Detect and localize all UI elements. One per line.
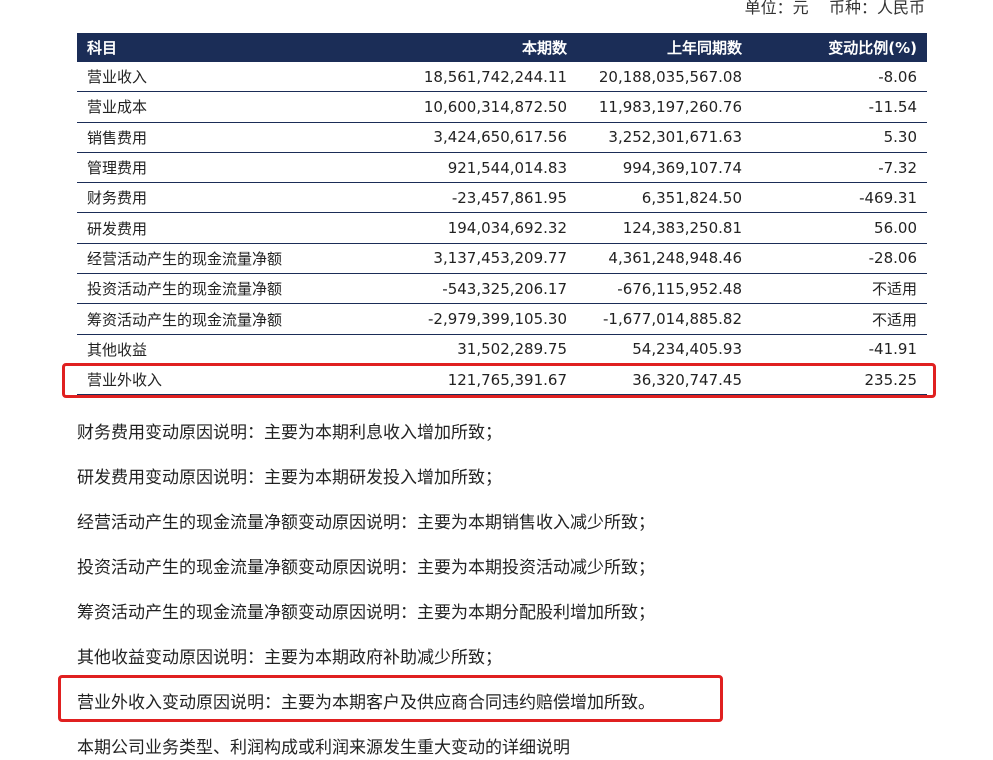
table-row: 其他收益 31,502,289.75 54,234,405.93 -41.91 xyxy=(77,334,927,365)
unit-currency-line: 单位：元 币种：人民币 xyxy=(744,0,925,17)
row-value-cell: 54,234,405.93 xyxy=(577,334,752,365)
row-label-cell: 经营活动产生的现金流量净额 xyxy=(77,243,377,275)
row-label-cell: 筹资活动产生的现金流量净额 xyxy=(77,303,377,335)
table-body: 营业收入 18,561,742,244.11 20,188,035,567.08 -8… xyxy=(77,62,927,396)
table-row: 销售费用 3,424,650,617.56 3,252,301,671.63 5.30 xyxy=(77,122,927,153)
table-row: 筹资活动产生的现金流量净额 -2,979,399,105.30 -1,677,014… xyxy=(77,303,927,335)
row-value-cell: -23,457,861.95 xyxy=(377,182,577,214)
row-value-cell: 20,188,035,567.08 xyxy=(577,62,752,93)
row-value-cell: 56.00 xyxy=(752,212,927,244)
row-value-cell: 18,561,742,244.11 xyxy=(377,62,577,93)
row-value-cell: -28.06 xyxy=(752,243,927,275)
row-value-cell: 921,544,014.83 xyxy=(377,152,577,184)
note-investing-cashflow: 投资活动产生的现金流量净额变动原因说明：主要为本期投资活动减少所致； xyxy=(77,558,655,578)
row-value-cell: 10,600,314,872.50 xyxy=(377,91,577,123)
note-business-change-heading: 本期公司业务类型、利润构成或利润来源发生重大变动的详细说明 xyxy=(77,738,570,758)
row-label-cell: 其他收益 xyxy=(77,334,377,365)
table-row: 营业成本 10,600,314,872.50 11,983,197,260.76 -1… xyxy=(77,91,927,123)
row-value-cell: 5.30 xyxy=(752,122,927,153)
row-value-cell: -469.31 xyxy=(752,182,927,214)
row-value-cell: -543,325,206.17 xyxy=(377,273,577,305)
table-row: 财务费用 -23,457,861.95 6,351,824.50 -469.31 xyxy=(77,182,927,214)
header-item: 科目 xyxy=(77,33,377,62)
row-value-cell: 124,383,250.81 xyxy=(577,212,752,244)
row-value-cell: 6,351,824.50 xyxy=(577,182,752,214)
financial-table: 科目 本期数 上年同期数 变动比例(%) 营业收入 18,561,742,244.… xyxy=(77,33,927,396)
row-label-cell: 管理费用 xyxy=(77,152,377,184)
row-value-cell: 194,034,692.32 xyxy=(377,212,577,244)
row-value-cell: 不适用 xyxy=(752,303,927,335)
row-label-cell: 财务费用 xyxy=(77,182,377,214)
row-value-cell: 3,424,650,617.56 xyxy=(377,122,577,153)
row-value-cell: -7.32 xyxy=(752,152,927,184)
row-value-cell: -2,979,399,105.30 xyxy=(377,303,577,335)
row-label-cell: 投资活动产生的现金流量净额 xyxy=(77,273,377,305)
row-value-cell: 4,361,248,948.46 xyxy=(577,243,752,275)
table-row: 经营活动产生的现金流量净额 3,137,453,209.77 4,361,248,9… xyxy=(77,243,927,275)
row-label-cell: 研发费用 xyxy=(77,212,377,244)
row-value-cell: -41.91 xyxy=(752,334,927,365)
note-operating-cashflow: 经营活动产生的现金流量净额变动原因说明：主要为本期销售收入减少所致； xyxy=(77,513,655,533)
header-current-period: 本期数 xyxy=(377,33,577,62)
row-value-cell: -8.06 xyxy=(752,62,927,93)
row-value-cell: 3,137,453,209.77 xyxy=(377,243,577,275)
row-value-cell: 不适用 xyxy=(752,273,927,305)
row-label-cell: 营业收入 xyxy=(77,62,377,93)
row-value-cell: 994,369,107.74 xyxy=(577,152,752,184)
table-row: 投资活动产生的现金流量净额 -543,325,206.17 -676,115,952… xyxy=(77,273,927,305)
row-value-cell: -1,677,014,885.82 xyxy=(577,303,752,335)
note-financing-cashflow: 筹资活动产生的现金流量净额变动原因说明：主要为本期分配股利增加所致； xyxy=(77,603,655,623)
row-value-cell: 31,502,289.75 xyxy=(377,334,577,365)
highlight-box-table-row xyxy=(62,363,936,398)
table-row: 营业收入 18,561,742,244.11 20,188,035,567.08 -8… xyxy=(77,62,927,93)
note-other-income: 其他收益变动原因说明：主要为本期政府补助减少所致； xyxy=(77,648,502,668)
row-value-cell: -676,115,952.48 xyxy=(577,273,752,305)
note-rd-cost: 研发费用变动原因说明：主要为本期研发投入增加所致； xyxy=(77,468,502,488)
note-non-operating-income: 营业外收入变动原因说明：主要为本期客户及供应商合同违约赔偿增加所致。 xyxy=(77,693,655,713)
row-value-cell: 11,983,197,260.76 xyxy=(577,91,752,123)
table-row: 管理费用 921,544,014.83 994,369,107.74 -7.32 xyxy=(77,152,927,184)
header-change-ratio: 变动比例(%) xyxy=(752,33,927,62)
row-label-cell: 营业成本 xyxy=(77,91,377,123)
note-finance-cost: 财务费用变动原因说明：主要为本期利息收入增加所致； xyxy=(77,423,502,443)
row-label-cell: 销售费用 xyxy=(77,122,377,153)
table-header-row: 科目 本期数 上年同期数 变动比例(%) xyxy=(77,33,927,62)
row-value-cell: 3,252,301,671.63 xyxy=(577,122,752,153)
row-value-cell: -11.54 xyxy=(752,91,927,123)
header-prior-period: 上年同期数 xyxy=(577,33,752,62)
table-row: 研发费用 194,034,692.32 124,383,250.81 56.00 xyxy=(77,212,927,244)
